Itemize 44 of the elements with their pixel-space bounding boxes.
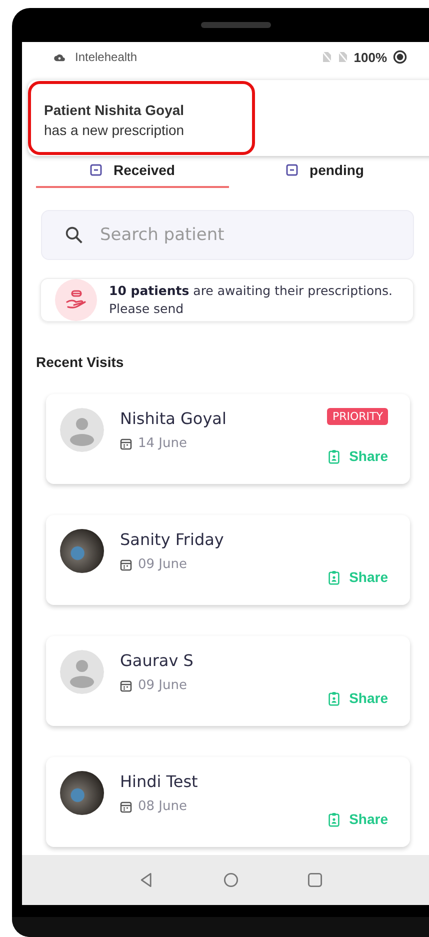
avatar-icon: [60, 408, 104, 452]
no-sim-icon: [322, 51, 332, 63]
battery-icon: [393, 50, 407, 64]
app-name: Intelehealth: [75, 50, 138, 64]
patient-name: Hindi Test: [120, 772, 199, 791]
recents-icon[interactable]: [306, 871, 324, 889]
clipboard-icon: [328, 448, 340, 464]
calendar-icon: [120, 558, 132, 570]
notification-title: Patient Nishita Goyal: [44, 102, 186, 118]
list-icon: [90, 164, 102, 176]
patient-name: Sanity Friday: [120, 530, 225, 549]
photo-placeholder: [60, 529, 104, 573]
calendar-icon: [120, 438, 132, 450]
clipboard-icon: [328, 812, 340, 826]
list-icon: [286, 164, 298, 176]
visit-card[interactable]: Gaurav S 09 June Share: [46, 636, 410, 726]
visit-card[interactable]: Nishita Goyal 14 June PRIORITY Share: [46, 394, 410, 484]
visit-card[interactable]: Sanity Friday 09 June Share: [46, 515, 410, 605]
clipboard-icon: [328, 690, 340, 706]
visit-date: 14 June: [138, 436, 187, 451]
tab[interactable]: pending: [228, 160, 421, 188]
search-field[interactable]: Search patient: [41, 210, 414, 260]
clipboard-icon: [328, 570, 340, 584]
visit-date: 08 June: [138, 799, 187, 814]
no-sim-icon: [338, 51, 348, 63]
calendar-icon: [120, 800, 132, 812]
notification-body: has a new prescription: [44, 122, 186, 138]
avatar-icon: [60, 650, 104, 694]
search-icon: [65, 226, 83, 244]
priority-badge: PRIORITY: [327, 408, 388, 425]
info-message: 10 patients are awaiting their prescriptions. Please send: [109, 282, 394, 318]
home-icon[interactable]: [222, 871, 240, 889]
visit-date: 09 June: [138, 557, 187, 572]
patient-name: Nishita Goyal: [120, 409, 228, 428]
photo-placeholder: [60, 771, 104, 815]
calendar-icon: [120, 680, 132, 692]
section-title: Recent Visits: [36, 354, 125, 370]
tab[interactable]: Received: [36, 160, 228, 188]
cloud-icon: [54, 52, 65, 62]
battery-percentage: 100%: [354, 50, 387, 64]
speaker-grille: [200, 22, 270, 28]
patient-name: Gaurav S: [120, 651, 194, 670]
visit-date: 09 June: [138, 678, 187, 693]
visit-card[interactable]: Hindi Test 08 June Share: [46, 757, 410, 847]
